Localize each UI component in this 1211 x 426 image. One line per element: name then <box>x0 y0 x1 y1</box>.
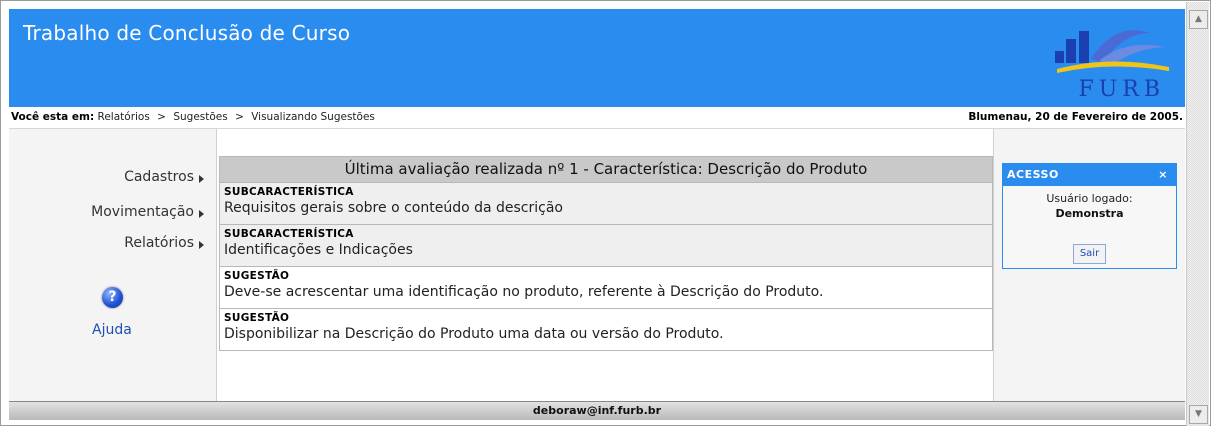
logged-user-label: Usuário logado: <box>1046 192 1133 205</box>
browser-frame: Trabalho de Conclusão de Curso FURB Você… <box>0 0 1211 426</box>
current-date: Blumenau, 20 de Fevereiro de 2005. <box>968 111 1183 123</box>
access-panel: ACESSO × Usuário logado: Demonstra Sair <box>1002 163 1177 269</box>
access-header: ACESSO × <box>1003 164 1176 186</box>
arrow-right-icon <box>199 210 204 218</box>
row-label: SUBCARACTERÍSTICA <box>224 186 354 198</box>
menu-item-cadastros[interactable]: Cadastros <box>124 169 194 185</box>
evaluation-table: Última avaliação realizada nº 1 - Caract… <box>219 156 993 351</box>
row-label: SUGESTÃO <box>224 312 290 324</box>
help-link[interactable]: Ajuda <box>92 322 132 338</box>
left-sidebar: Cadastros Movimentação Relatórios ? Ajud… <box>9 129 216 401</box>
breadcrumb-label: Você esta em: <box>11 111 95 123</box>
arrow-right-icon <box>199 241 204 249</box>
contact-email[interactable]: deboraw@inf.furb.br <box>533 404 661 417</box>
row-text: Disponibilizar na Descrição do Produto u… <box>224 326 724 342</box>
breadcrumb-item-current: Visualizando Sugestões <box>251 111 375 123</box>
logo-text: FURB <box>1078 77 1165 102</box>
table-title: Última avaliação realizada nº 1 - Caract… <box>220 157 992 182</box>
menu-item-movimentacao[interactable]: Movimentação <box>91 204 194 220</box>
table-row: SUBCARACTERÍSTICA Requisitos gerais sobr… <box>220 182 992 224</box>
row-label: SUBCARACTERÍSTICA <box>224 228 354 240</box>
footer: deboraw@inf.furb.br <box>9 401 1185 420</box>
close-icon[interactable]: × <box>1158 164 1168 186</box>
vertical-scrollbar[interactable]: ▲ ▼ <box>1186 2 1209 426</box>
logged-user-name: Demonstra <box>1055 207 1124 220</box>
question-icon[interactable]: ? <box>102 287 123 308</box>
scroll-up-icon[interactable]: ▲ <box>1189 10 1208 29</box>
app-title: Trabalho de Conclusão de Curso <box>23 21 351 45</box>
arrow-right-icon <box>199 175 204 183</box>
breadcrumb: Você esta em: Relatórios > Sugestões > V… <box>9 107 1185 129</box>
main-content: Última avaliação realizada nº 1 - Caract… <box>216 129 994 401</box>
row-text: Requisitos gerais sobre o conteúdo da de… <box>224 200 563 216</box>
logout-button[interactable]: Sair <box>1073 244 1106 264</box>
breadcrumb-item-sugestoes[interactable]: Sugestões <box>173 111 227 123</box>
breadcrumb-separator: > <box>157 111 166 123</box>
breadcrumb-item-relatorios[interactable]: Relatórios <box>98 111 150 123</box>
table-row: SUBCARACTERÍSTICA Identificações e Indic… <box>220 224 992 266</box>
row-text: Identificações e Indicações <box>224 242 413 258</box>
right-sidebar: ACESSO × Usuário logado: Demonstra Sair <box>994 129 1185 401</box>
table-row: SUGESTÃO Disponibilizar na Descrição do … <box>220 308 992 350</box>
access-title: ACESSO <box>1007 168 1059 181</box>
menu-item-relatorios[interactable]: Relatórios <box>124 235 194 251</box>
page-header: Trabalho de Conclusão de Curso FURB <box>9 9 1185 107</box>
scroll-down-icon[interactable]: ▼ <box>1189 405 1208 424</box>
breadcrumb-trail: Você esta em: Relatórios > Sugestões > V… <box>11 111 375 123</box>
row-label: SUGESTÃO <box>224 270 290 282</box>
breadcrumb-separator: > <box>235 111 244 123</box>
table-row: SUGESTÃO Deve-se acrescentar uma identif… <box>220 266 992 308</box>
row-text: Deve-se acrescentar uma identificação no… <box>224 284 824 300</box>
furb-logo: FURB <box>1055 19 1175 104</box>
